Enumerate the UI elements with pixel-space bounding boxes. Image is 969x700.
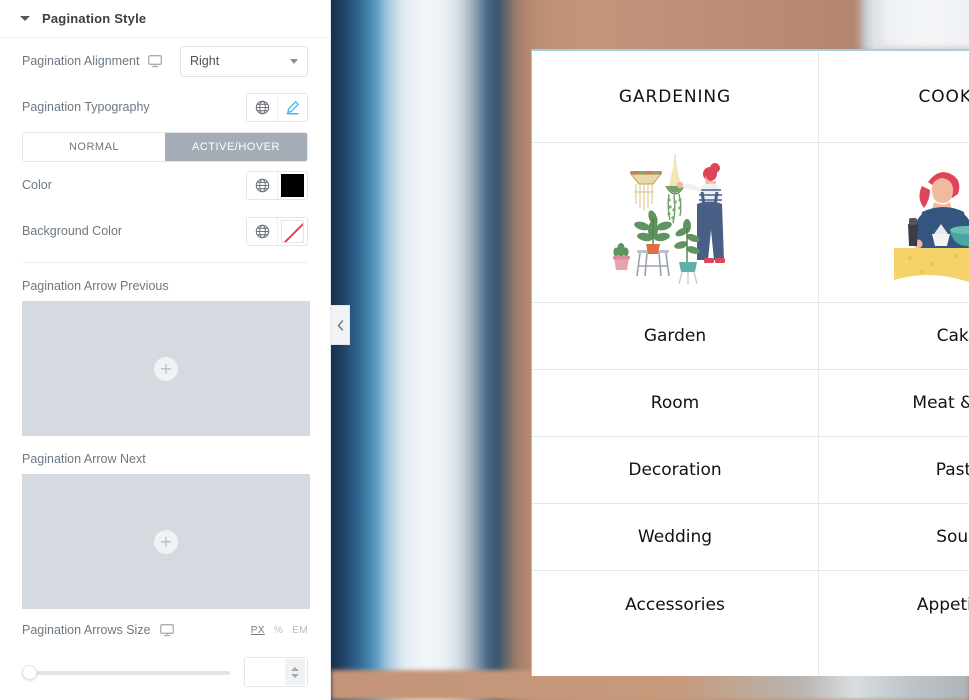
list-item[interactable]: Pastry	[819, 437, 969, 504]
arrows-size-slider-row	[22, 651, 308, 687]
category-item-list: Cakes Meat & Fish Pastry Soups Appetizer…	[819, 303, 969, 638]
stepper-down-icon[interactable]	[291, 673, 299, 678]
slider-knob[interactable]	[22, 665, 37, 680]
number-stepper[interactable]	[285, 659, 305, 685]
control-color: Color	[22, 162, 308, 208]
panel-body: Pagination Alignment Right Pagination Ty…	[0, 38, 330, 687]
control-label: Pagination Typography	[22, 100, 150, 114]
control-label: Pagination Arrows Size	[22, 623, 151, 637]
background-photo-highlight	[876, 0, 969, 52]
globe-icon[interactable]	[247, 93, 277, 121]
section-header-pagination-style[interactable]: Pagination Style	[0, 0, 330, 38]
category-column-cooking: COOKING	[819, 51, 969, 676]
stepper-up-icon[interactable]	[291, 666, 299, 671]
list-item[interactable]: Accessories	[532, 571, 818, 638]
list-item[interactable]: Garden	[532, 303, 818, 370]
label-arrow-next: Pagination Arrow Next	[22, 452, 146, 466]
chevron-left-icon	[337, 319, 344, 331]
cooking-illustration	[819, 143, 969, 303]
editor-panel: Pagination Style Pagination Alignment Ri…	[0, 0, 331, 700]
list-item[interactable]: Room	[532, 370, 818, 437]
alignment-select[interactable]: Right	[180, 45, 308, 77]
app-root: GARDENING Garden Room Decoration Wedding…	[0, 0, 969, 700]
control-label: Background Color	[22, 224, 123, 238]
category-card-widget[interactable]: GARDENING Garden Room Decoration Wedding…	[531, 49, 969, 676]
background-color-controls	[246, 216, 308, 246]
monitor-icon[interactable]	[159, 623, 174, 637]
tab-active-hover[interactable]: ACTIVE/HOVER	[165, 133, 307, 161]
section-title: Pagination Style	[42, 11, 147, 26]
unit-px[interactable]: PX	[251, 625, 265, 636]
list-item[interactable]: Wedding	[532, 504, 818, 571]
caret-down-icon	[20, 16, 30, 21]
list-item[interactable]: Cakes	[819, 303, 969, 370]
category-column-gardening: GARDENING Garden Room Decoration Wedding…	[532, 51, 819, 676]
media-dropzone-arrow-next[interactable]: +	[22, 474, 310, 609]
plus-icon: +	[154, 356, 178, 381]
control-label: Pagination Alignment	[22, 54, 140, 68]
preview-canvas: GARDENING Garden Room Decoration Wedding…	[331, 0, 969, 700]
list-item[interactable]: Soups	[819, 504, 969, 571]
label-arrow-previous: Pagination Arrow Previous	[22, 279, 169, 293]
gardening-illustration	[532, 143, 818, 303]
control-background-color: Background Color	[22, 208, 308, 254]
color-swatch-fill	[281, 173, 304, 197]
pencil-icon[interactable]	[277, 93, 307, 121]
control-arrows-size: Pagination Arrows Size PX % EM	[22, 609, 308, 651]
chevron-down-icon	[290, 58, 298, 64]
list-item[interactable]: Decoration	[532, 437, 818, 504]
arrows-size-slider[interactable]	[22, 662, 230, 682]
list-item[interactable]: Meat & Fish	[819, 370, 969, 437]
plus-icon: +	[154, 529, 178, 554]
unit-switcher: PX % EM	[251, 625, 308, 636]
slider-track	[22, 671, 230, 675]
color-controls	[246, 170, 308, 200]
control-label: Color	[22, 178, 52, 192]
tab-normal[interactable]: NORMAL	[23, 133, 165, 161]
media-dropzone-arrow-previous[interactable]: +	[22, 301, 310, 436]
unit-percent[interactable]: %	[274, 625, 283, 636]
typography-controls	[246, 92, 308, 122]
globe-icon[interactable]	[247, 217, 277, 245]
control-pagination-alignment: Pagination Alignment Right	[22, 38, 308, 84]
control-pagination-typography: Pagination Typography	[22, 84, 308, 130]
globe-icon[interactable]	[247, 171, 277, 199]
alignment-value: Right	[190, 54, 220, 68]
category-title: COOKING	[819, 51, 969, 143]
panel-collapse-toggle[interactable]	[331, 305, 350, 345]
unit-em[interactable]: EM	[292, 625, 308, 636]
state-tabs: NORMAL ACTIVE/HOVER	[22, 132, 308, 162]
category-item-list: Garden Room Decoration Wedding Accessori…	[532, 303, 818, 638]
category-title: GARDENING	[532, 51, 818, 143]
list-item[interactable]: Appetizers	[819, 571, 969, 638]
no-color-icon	[281, 219, 304, 243]
color-swatch[interactable]	[277, 171, 307, 199]
arrows-size-number-input[interactable]	[244, 657, 308, 687]
monitor-icon[interactable]	[148, 54, 163, 68]
background-color-swatch[interactable]	[277, 217, 307, 245]
